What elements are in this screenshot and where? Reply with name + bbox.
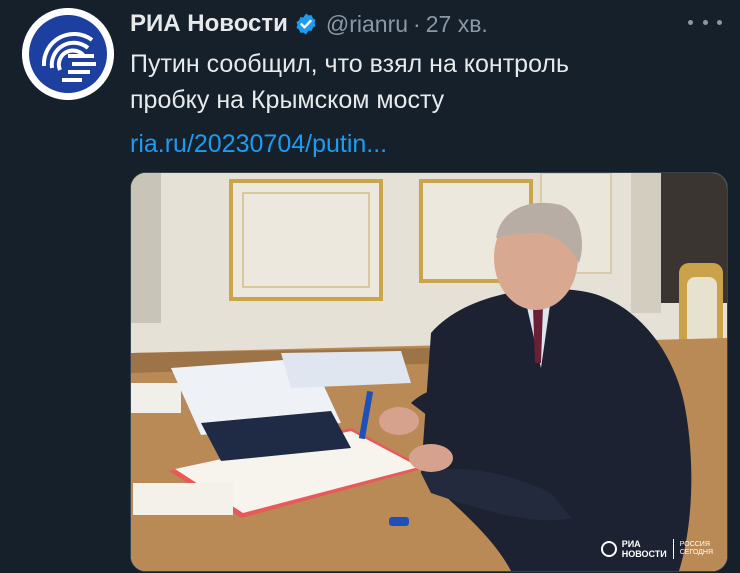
author-name[interactable]: РИА Новости: [130, 10, 288, 38]
watermark-line: НОВОСТИ: [621, 549, 667, 559]
tweet-text-line: Путин сообщил, что взял на контроль: [130, 50, 570, 78]
more-dot: [717, 19, 722, 25]
author-handle[interactable]: @rianru: [326, 11, 408, 38]
ria-watermark-icon: [600, 541, 617, 557]
tweet-card[interactable]: РИА Новости @rianru · 27 хв. Путин сообщ…: [0, 0, 740, 573]
avatar[interactable]: [22, 8, 114, 100]
watermark-sub-line: СЕГОДНЯ: [679, 549, 713, 556]
header-separator: ·: [413, 10, 421, 37]
tweet-photo[interactable]: РИА НОВОСТИ РОССИЯ СЕГОДНЯ: [130, 172, 728, 572]
ria-watermark: РИА НОВОСТИ РОССИЯ СЕГОДНЯ: [600, 539, 713, 559]
article-link[interactable]: ria.ru/20230704/putin...: [130, 126, 387, 162]
more-dot: [702, 19, 708, 25]
tweet-text: Путин сообщил, что взял на контроль проб…: [130, 46, 710, 118]
verified-badge-icon: [296, 13, 316, 35]
watermark-line: РИА: [621, 539, 641, 549]
watermark-sub: РОССИЯ СЕГОДНЯ: [680, 541, 713, 557]
watermark-sub-line: РОССИЯ: [679, 541, 710, 548]
watermark-divider: [672, 539, 674, 559]
tweet-header: РИА Новости @rianru · 27 хв.: [130, 8, 488, 40]
watermark-brand: РИА НОВОСТИ: [622, 539, 667, 559]
ria-logo-icon: [22, 8, 114, 100]
photo-illustration: [131, 173, 727, 571]
tweet-timestamp[interactable]: 27 хв.: [426, 11, 488, 38]
more-options-icon[interactable]: [688, 8, 722, 36]
tweet-text-line: пробку на Крымском мосту: [130, 86, 445, 114]
more-dot: [688, 19, 693, 25]
